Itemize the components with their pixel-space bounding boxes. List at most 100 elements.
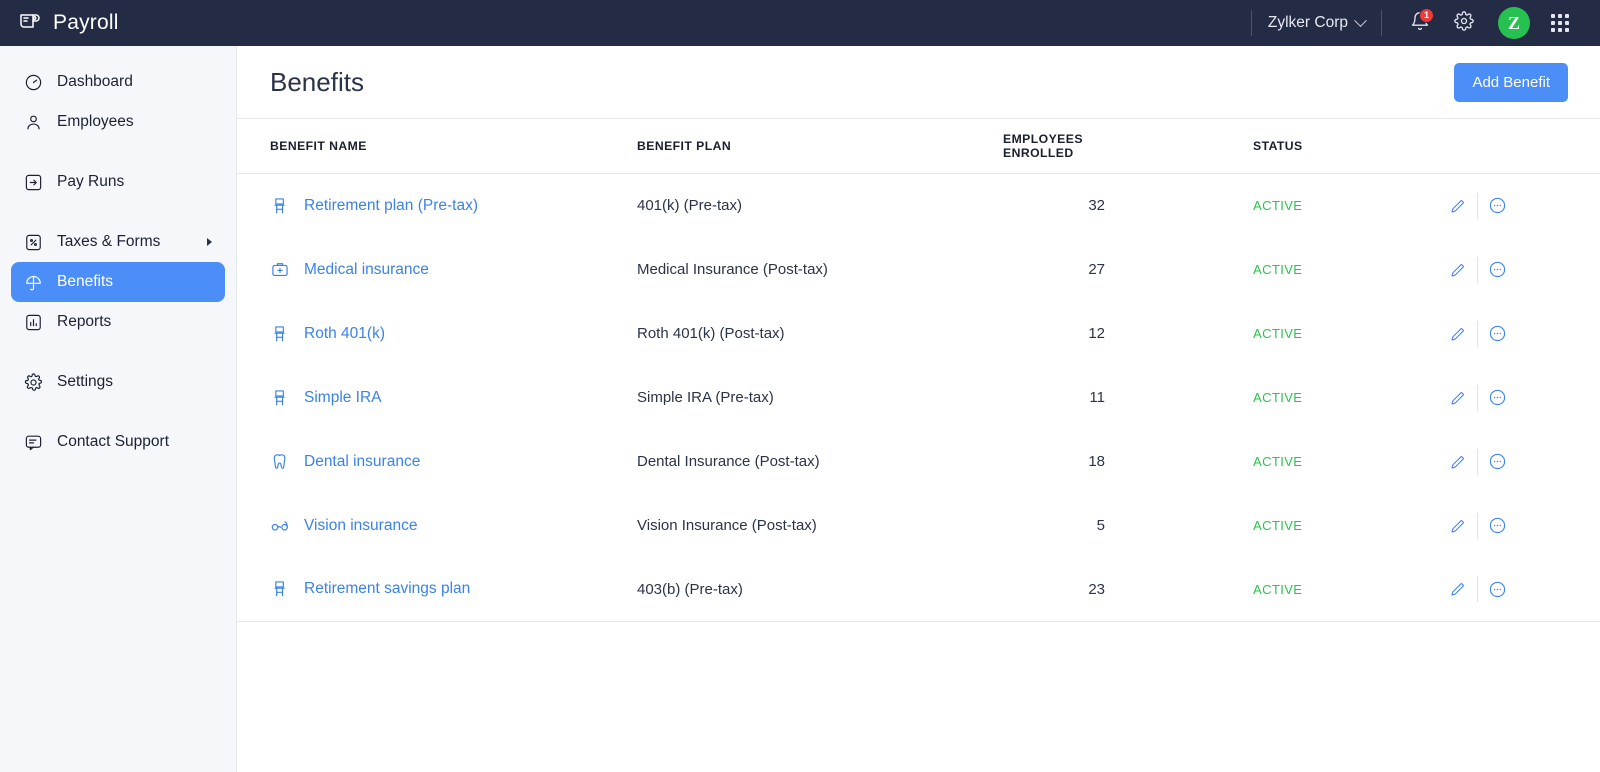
table-row[interactable]: Simple IRA Simple IRA (Pre-tax) 11 ACTIV… — [237, 366, 1600, 430]
sidebar-item-pay-runs[interactable]: Pay Runs — [11, 162, 225, 202]
cell-benefit-plan: Roth 401(k) (Post-tax) — [637, 325, 785, 342]
column-header-benefit-name[interactable]: BENEFIT NAME — [237, 118, 637, 174]
umbrella-icon — [24, 273, 43, 292]
table-header-row: BENEFIT NAME BENEFIT PLAN EMPLOYEES ENRO… — [237, 118, 1600, 174]
brand[interactable]: Payroll — [0, 9, 241, 38]
cell-benefit-plan: Dental Insurance (Post-tax) — [637, 453, 820, 470]
benefit-name-link[interactable]: Roth 401(k) — [304, 325, 385, 343]
column-header-status[interactable]: STATUS — [1253, 118, 1421, 174]
main-content: Benefits Add Benefit BENEFIT NAME BENEFI… — [237, 46, 1600, 772]
add-benefit-button[interactable]: Add Benefit — [1454, 62, 1568, 102]
status-badge: ACTIVE — [1253, 581, 1303, 597]
page-title: Benefits — [270, 66, 364, 97]
more-actions-button[interactable] — [1478, 572, 1516, 606]
table-row[interactable]: Dental insurance Dental Insurance (Post-… — [237, 430, 1600, 494]
dashboard-gauge-icon — [24, 73, 43, 92]
cell-employees-enrolled: 27 — [1088, 261, 1105, 278]
retirement-chair-icon — [270, 579, 290, 599]
edit-button[interactable] — [1439, 317, 1477, 351]
sidebar-item-label: Employees — [57, 113, 134, 130]
sidebar-item-label: Taxes & Forms — [57, 233, 161, 250]
retirement-chair-icon — [270, 324, 290, 344]
cell-status: ACTIVE — [1253, 366, 1421, 430]
cell-actions — [1421, 557, 1600, 622]
notification-badge: 1 — [1419, 8, 1434, 23]
settings-button[interactable] — [1442, 0, 1486, 46]
tooth-icon — [270, 452, 290, 472]
org-switcher[interactable]: Zylker Corp — [1267, 13, 1367, 32]
table-body: Retirement plan (Pre-tax) 401(k) (Pre-ta… — [237, 174, 1600, 622]
status-badge: ACTIVE — [1253, 454, 1303, 469]
table-row[interactable]: Vision insurance Vision Insurance (Post-… — [237, 494, 1600, 558]
cell-benefit-name: Roth 401(k) — [237, 302, 637, 366]
sidebar-item-settings[interactable]: Settings — [11, 362, 225, 402]
table-row[interactable]: Retirement savings plan 403(b) (Pre-tax)… — [237, 557, 1600, 622]
table-row[interactable]: Retirement plan (Pre-tax) 401(k) (Pre-ta… — [237, 174, 1600, 238]
body: Dashboard Employees Pay Runs Taxes & For… — [0, 46, 1600, 772]
sidebar-item-label: Contact Support — [57, 433, 170, 450]
edit-button[interactable] — [1439, 509, 1477, 543]
notifications-button[interactable]: 1 — [1398, 0, 1442, 46]
benefit-name-link[interactable]: Retirement plan (Pre-tax) — [304, 197, 478, 215]
sidebar-item-reports[interactable]: Reports — [11, 302, 225, 342]
chevron-down-icon — [1354, 13, 1367, 27]
cell-status: ACTIVE — [1253, 302, 1421, 366]
column-header-employees-enrolled[interactable]: EMPLOYEES ENROLLED — [1003, 118, 1253, 174]
cell-employees-enrolled: 12 — [1088, 325, 1105, 342]
chevron-right-icon — [207, 238, 212, 246]
cell-employees-enrolled: 11 — [1089, 389, 1105, 406]
sidebar-item-taxes-and-forms[interactable]: Taxes & Forms — [11, 222, 225, 262]
chat-message-icon — [24, 433, 43, 452]
cell-benefit-name: Vision insurance — [237, 494, 637, 558]
benefit-name-link[interactable]: Simple IRA — [304, 389, 382, 407]
cell-actions — [1421, 238, 1600, 302]
cell-benefit-name: Retirement plan (Pre-tax) — [237, 174, 637, 238]
edit-button[interactable] — [1439, 189, 1477, 223]
sidebar-item-benefits[interactable]: Benefits — [11, 262, 225, 302]
top-bar-right: Zylker Corp 1 Z — [1235, 0, 1600, 46]
avatar[interactable]: Z — [1498, 7, 1530, 39]
person-icon — [24, 113, 43, 132]
cell-employees-enrolled: 23 — [1003, 557, 1253, 622]
benefits-table: BENEFIT NAME BENEFIT PLAN EMPLOYEES ENRO… — [237, 118, 1600, 622]
cell-benefit-plan: 403(b) (Pre-tax) — [637, 557, 1003, 622]
sidebar-item-dashboard[interactable]: Dashboard — [11, 62, 225, 102]
org-name: Zylker Corp — [1267, 14, 1348, 31]
edit-button[interactable] — [1439, 572, 1477, 606]
table-row[interactable]: Medical insurance Medical Insurance (Pos… — [237, 238, 1600, 302]
sidebar-item-contact-support[interactable]: Contact Support — [11, 422, 225, 462]
more-actions-button[interactable] — [1478, 381, 1516, 415]
sidebar-item-employees[interactable]: Employees — [11, 102, 225, 142]
edit-button[interactable] — [1439, 253, 1477, 287]
benefit-name-link[interactable]: Retirement savings plan — [304, 580, 470, 598]
benefit-name-link[interactable]: Dental insurance — [304, 453, 420, 471]
more-actions-button[interactable] — [1478, 317, 1516, 351]
status-badge: ACTIVE — [1253, 262, 1303, 277]
table-row[interactable]: Roth 401(k) Roth 401(k) (Post-tax) 12 AC… — [237, 302, 1600, 366]
benefit-name-link[interactable]: Vision insurance — [304, 517, 417, 535]
more-actions-button[interactable] — [1478, 189, 1516, 223]
edit-button[interactable] — [1439, 445, 1477, 479]
table-header: BENEFIT NAME BENEFIT PLAN EMPLOYEES ENRO… — [237, 118, 1600, 174]
payroll-logo-icon — [18, 9, 42, 38]
cell-benefit-name: Retirement savings plan — [237, 557, 637, 622]
eyeglasses-icon — [270, 516, 290, 536]
cell-actions — [1421, 174, 1600, 238]
more-actions-button[interactable] — [1478, 253, 1516, 287]
edit-button[interactable] — [1439, 381, 1477, 415]
more-actions-button[interactable] — [1478, 509, 1516, 543]
divider — [1250, 10, 1252, 36]
page-header: Benefits Add Benefit — [237, 46, 1600, 118]
apps-button[interactable] — [1538, 0, 1582, 46]
cell-status: ACTIVE — [1253, 494, 1421, 558]
cell-status: ACTIVE — [1253, 238, 1421, 302]
retirement-chair-icon — [270, 196, 290, 216]
benefit-name-link[interactable]: Medical insurance — [304, 261, 429, 279]
app-root: Payroll Zylker Corp 1 Z Dashboard Employ… — [0, 0, 1600, 772]
cell-employees-enrolled: 18 — [1088, 453, 1105, 470]
divider — [1381, 10, 1382, 36]
cell-benefit-plan: Vision Insurance (Post-tax) — [637, 517, 817, 534]
column-header-benefit-plan[interactable]: BENEFIT PLAN — [637, 118, 1003, 174]
gear-icon — [1454, 10, 1474, 36]
more-actions-button[interactable] — [1478, 445, 1516, 479]
